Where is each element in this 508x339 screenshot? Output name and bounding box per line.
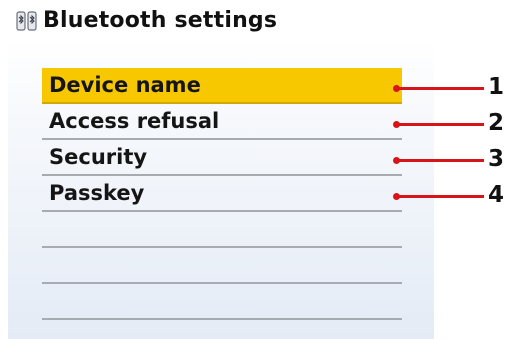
menu-item-empty [42, 212, 402, 248]
lcd-screen: Bluetooth settings Device name Access re… [8, 0, 434, 339]
callout-dot [393, 193, 400, 200]
menu-item-empty [42, 284, 402, 320]
callout-number: 2 [488, 110, 505, 136]
menu-item-label: Device name [49, 73, 201, 97]
menu-item-label: Security [49, 145, 148, 169]
callout-line [396, 159, 484, 162]
callout-number: 4 [488, 182, 505, 208]
bluetooth-settings-icon [16, 11, 38, 31]
callout-dot [393, 157, 400, 164]
callout-line [396, 123, 484, 126]
callout-dot [393, 85, 400, 92]
menu-item-label: Passkey [49, 181, 145, 205]
callout-number: 1 [488, 74, 505, 100]
settings-menu: Device name Access refusal Security Pass… [42, 68, 402, 320]
callout-4: 4 [393, 182, 506, 208]
screen-header: Bluetooth settings [8, 0, 434, 40]
menu-item-device-name[interactable]: Device name [42, 68, 402, 104]
menu-item-empty [42, 248, 402, 284]
menu-item-security[interactable]: Security [42, 140, 402, 176]
menu-item-label: Access refusal [49, 109, 220, 133]
menu-item-access-refusal[interactable]: Access refusal [42, 104, 402, 140]
menu-item-passkey[interactable]: Passkey [42, 176, 402, 212]
callout-dot [393, 121, 400, 128]
page-title: Bluetooth settings [43, 8, 278, 33]
callout-line [396, 195, 484, 198]
callout-number: 3 [488, 146, 505, 172]
callout-3: 3 [393, 146, 506, 172]
callout-2: 2 [393, 110, 506, 136]
callout-line [396, 87, 484, 90]
callout-1: 1 [393, 74, 506, 100]
